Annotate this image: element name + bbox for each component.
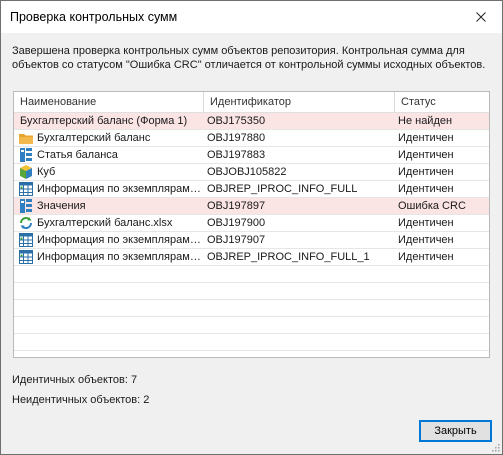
checksum-grid[interactable]: Наименование Идентификатор Статус Бухгал… xyxy=(13,91,490,358)
empty-table-row xyxy=(14,300,489,317)
empty-table-row xyxy=(14,317,489,334)
table-row[interactable]: Бухгалтерский баланс (Форма 1) OBJ175350 Н… xyxy=(14,113,489,130)
empty-table-row xyxy=(14,266,489,283)
cell-id: OBJREP_IPROC_INFO_FULL xyxy=(207,183,358,195)
cell-name: Бухгалтерский баланс.xlsx xyxy=(37,217,173,229)
table-row[interactable]: Статья баланса OBJ197883 Идентичен xyxy=(14,147,489,164)
cell-status: Идентичен xyxy=(398,132,454,144)
grid-header: Наименование Идентификатор Статус xyxy=(14,92,489,112)
cell-id: OBJREP_IPROC_INFO_FULL_1 xyxy=(207,251,370,263)
cell-name: Информация по экземплярам объектов xyxy=(37,251,202,263)
table-row[interactable]: Информация по экземплярам объектов OBJREP… xyxy=(14,249,489,266)
cell-status: Идентичен xyxy=(398,217,454,229)
cell-name: Куб xyxy=(37,166,56,178)
cell-status: Ошибка CRC xyxy=(398,200,466,212)
cell-status: Идентичен xyxy=(398,149,454,161)
cell-name: Информация по экземплярам объектов xyxy=(37,234,202,246)
cell-status: Идентичен xyxy=(398,183,454,195)
cell-id: OBJOBJ105822 xyxy=(207,166,287,178)
table-icon xyxy=(19,250,33,264)
empty-table-row xyxy=(14,334,489,351)
cell-id: OBJ197880 xyxy=(207,132,266,144)
table-row[interactable]: Информация по экземплярам объектов OBJ197… xyxy=(14,232,489,249)
close-icon xyxy=(476,11,486,22)
cell-id: OBJ175350 xyxy=(207,115,266,127)
dictionary-icon xyxy=(20,148,32,162)
dialog-window: Проверка контрольных сумм Завершена пров… xyxy=(0,0,503,455)
description-text: Завершена проверка контрольных сумм объе… xyxy=(12,45,486,71)
cube-icon xyxy=(20,165,32,179)
cell-id: OBJ197900 xyxy=(207,217,266,229)
close-window-button[interactable] xyxy=(460,1,502,32)
table-row[interactable]: Бухгалтерский баланс.xlsx OBJ197900 Иденти… xyxy=(14,215,489,232)
dialog-title: Проверка контрольных сумм xyxy=(10,10,178,24)
grid-rows: Бухгалтерский баланс (Форма 1) OBJ175350 Н… xyxy=(14,113,489,357)
table-icon xyxy=(19,233,33,247)
folder-icon xyxy=(19,134,33,144)
cell-id: OBJ197897 xyxy=(207,200,266,212)
refresh-doc-icon xyxy=(20,217,32,229)
table-row[interactable]: Куб OBJOBJ105822 Идентичен xyxy=(14,164,489,181)
cell-name: Бухгалтерский баланс xyxy=(37,132,151,144)
cell-status: Идентичен xyxy=(398,234,454,246)
cell-name: Информация по экземплярам объектов xyxy=(37,183,202,195)
non-identical-count: Неидентичных объектов: 2 xyxy=(12,394,150,406)
empty-table-row xyxy=(14,351,489,357)
identical-count: Идентичных объектов: 7 xyxy=(12,374,138,386)
title-bar: Проверка контрольных сумм xyxy=(1,1,502,33)
table-row[interactable]: Информация по экземплярам объектов OBJREP… xyxy=(14,181,489,198)
table-row[interactable]: Значения OBJ197897 Ошибка CRC xyxy=(14,198,489,215)
cell-id: OBJ197907 xyxy=(207,234,266,246)
table-row[interactable]: Бухгалтерский баланс OBJ197880 Идентичен xyxy=(14,130,489,147)
column-header-name[interactable]: Наименование xyxy=(14,92,204,112)
empty-table-row xyxy=(14,283,489,300)
cell-name: Статья баланса xyxy=(37,149,118,161)
cell-status: Идентичен xyxy=(398,166,454,178)
cell-id: OBJ197883 xyxy=(207,149,266,161)
dictionary-icon xyxy=(20,199,32,213)
close-button[interactable]: Закрыть xyxy=(419,420,492,442)
dialog-body: Завершена проверка контрольных сумм объе… xyxy=(1,33,502,454)
cell-status: Не найден xyxy=(398,115,453,127)
resize-grip-icon[interactable] xyxy=(490,442,500,452)
cell-name: Значения xyxy=(37,200,86,212)
column-header-status[interactable]: Статус xyxy=(395,92,489,112)
cell-name: Бухгалтерский баланс (Форма 1) xyxy=(20,115,188,127)
column-header-id[interactable]: Идентификатор xyxy=(204,92,395,112)
table-icon xyxy=(19,182,33,196)
cell-status: Идентичен xyxy=(398,251,454,263)
